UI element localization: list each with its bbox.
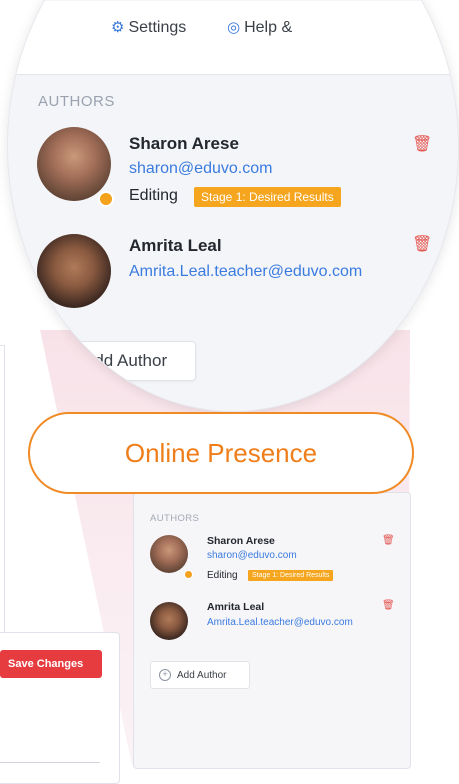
add-author-button[interactable]: + Add Author (40, 341, 196, 381)
top-nav-bar (8, 1, 458, 75)
avatar (37, 234, 111, 308)
lifebuoy-icon: ◎ (227, 19, 241, 36)
divider (0, 762, 100, 763)
trash-icon[interactable]: 🗑 (382, 535, 395, 546)
online-presence-callout: Online Presence (28, 412, 414, 494)
nav-settings-label: Settings (128, 19, 187, 36)
nav-settings[interactable]: ⚙ Settings (111, 18, 186, 37)
background-panel (0, 345, 5, 647)
author-status: Editing (207, 570, 238, 581)
authors-section-label: AUTHORS (38, 93, 115, 110)
avatar (150, 535, 188, 573)
nav-help-label: Help & (244, 19, 293, 36)
gear-icon: ⚙ (111, 19, 125, 36)
online-presence-indicator (184, 570, 193, 579)
author-email[interactable]: sharon@eduvo.com (129, 160, 272, 178)
trash-icon[interactable]: 🗑 (382, 600, 395, 611)
plus-circle-icon: + (55, 352, 73, 370)
add-author-label: Add Author (83, 351, 168, 370)
author-email[interactable]: Amrita.Leal.teacher@eduvo.com (129, 263, 362, 281)
avatar (150, 602, 188, 640)
stage-badge: Stage 1: Desired Results (248, 570, 334, 581)
authors-section-label: AUTHORS (150, 513, 200, 524)
avatar (37, 127, 111, 201)
author-email[interactable]: sharon@eduvo.com (207, 550, 297, 561)
nav-help[interactable]: ◎ Help & (227, 18, 292, 37)
stage-badge: Stage 1: Desired Results (194, 187, 341, 207)
add-author-label: Add Author (177, 669, 227, 681)
author-name: Amrita Leal (129, 236, 222, 255)
trash-icon[interactable]: 🗑 (412, 134, 432, 154)
author-status: Editing (129, 187, 178, 204)
callout-label: Online Presence (124, 437, 318, 468)
plus-circle-icon: + (159, 669, 171, 681)
trash-icon[interactable]: 🗑 (412, 234, 432, 254)
author-name: Sharon Arese (129, 134, 239, 153)
author-email[interactable]: Amrita.Leal.teacher@eduvo.com (207, 617, 353, 628)
online-presence-indicator (98, 191, 114, 207)
add-author-button[interactable]: + Add Author (150, 661, 250, 689)
save-changes-button[interactable]: Save Changes (0, 650, 102, 678)
author-name: Sharon Arese (207, 535, 275, 547)
author-name: Amrita Leal (207, 601, 265, 613)
